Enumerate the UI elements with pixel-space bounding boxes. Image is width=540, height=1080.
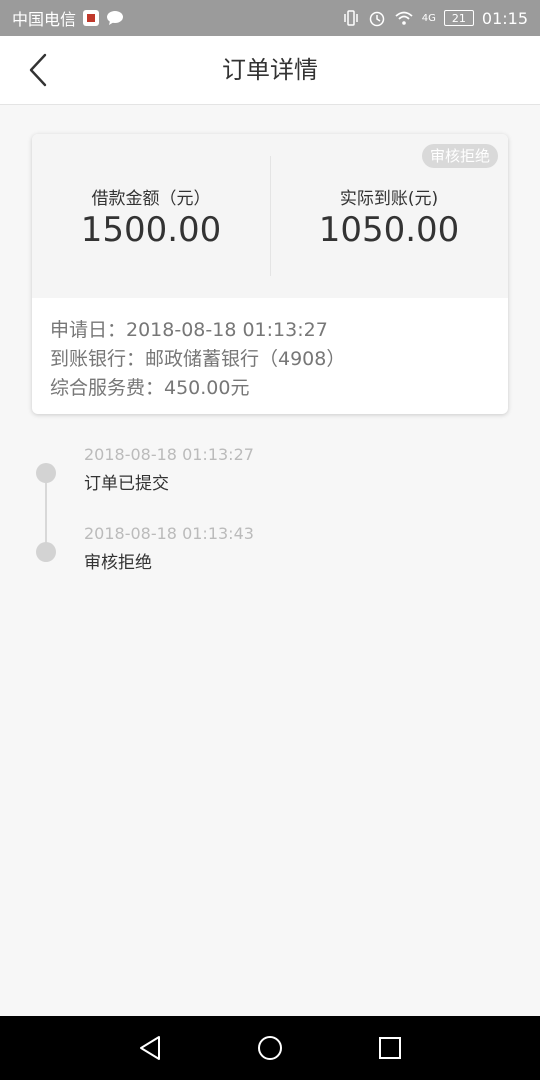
system-nav-bar — [0, 1016, 540, 1080]
carrier-name: 中国电信 — [12, 10, 77, 29]
network-4g-icon: 4G — [421, 12, 436, 24]
order-info: 申请日：2018-08-18 01:13:27 到账银行：邮政储蓄银行（4908… — [50, 316, 490, 403]
app-badge-icon — [82, 9, 100, 27]
received-amount-value: 1050.00 — [318, 210, 460, 250]
status-bar-left: 中国电信 — [12, 0, 124, 36]
loan-amount-block: 借款金额（元） 1500.00 — [32, 134, 270, 298]
timeline-dot-icon — [36, 542, 56, 562]
app-header: 订单详情 — [0, 36, 540, 105]
order-timeline: 2018-08-18 01:13:27 订单已提交 2018-08-18 01:… — [0, 442, 540, 602]
timeline-text: 订单已提交 — [84, 474, 169, 494]
status-bar-right: 4G 21 01:15 — [342, 0, 528, 36]
order-summary-card: 借款金额（元） 1500.00 实际到账(元) 1050.00 审核拒绝 申请日… — [32, 134, 508, 414]
battery-icon: 21 — [443, 10, 474, 26]
circle-home-icon — [258, 1036, 282, 1060]
nav-recents-button[interactable] — [374, 1032, 406, 1064]
chat-bubble-icon — [106, 10, 124, 26]
timeline-text: 审核拒绝 — [84, 553, 152, 573]
order-detail-screen: 中国电信 4G 21 01:15 订单详情 借款金额（元） 1500.00 实际… — [0, 0, 540, 1080]
amount-panel: 借款金额（元） 1500.00 实际到账(元) 1050.00 审核拒绝 — [32, 134, 508, 298]
timeline-time: 2018-08-18 01:13:43 — [84, 524, 254, 543]
loan-amount-label: 借款金额（元） — [91, 189, 211, 209]
square-recents-icon — [379, 1037, 401, 1059]
received-amount-label: 实际到账(元) — [339, 189, 439, 209]
service-fee: 综合服务费：450.00元 — [50, 377, 250, 399]
alarm-icon — [368, 9, 386, 27]
vibrate-icon — [342, 10, 360, 26]
clock: 01:15 — [481, 8, 528, 28]
wifi-icon — [394, 10, 414, 26]
page-title: 订单详情 — [222, 56, 318, 84]
triangle-back-icon — [140, 1036, 160, 1060]
receiving-bank: 到账银行：邮政储蓄银行（4908） — [50, 348, 346, 370]
apply-date: 申请日：2018-08-18 01:13:27 — [50, 319, 328, 341]
status-badge: 审核拒绝 — [421, 144, 498, 168]
status-bar: 中国电信 4G 21 01:15 — [0, 0, 540, 36]
nav-home-button[interactable] — [254, 1032, 286, 1064]
timeline-dot-icon — [36, 463, 56, 483]
timeline-time: 2018-08-18 01:13:27 — [84, 445, 254, 464]
loan-amount-value: 1500.00 — [80, 210, 222, 250]
nav-back-button[interactable] — [134, 1032, 166, 1064]
